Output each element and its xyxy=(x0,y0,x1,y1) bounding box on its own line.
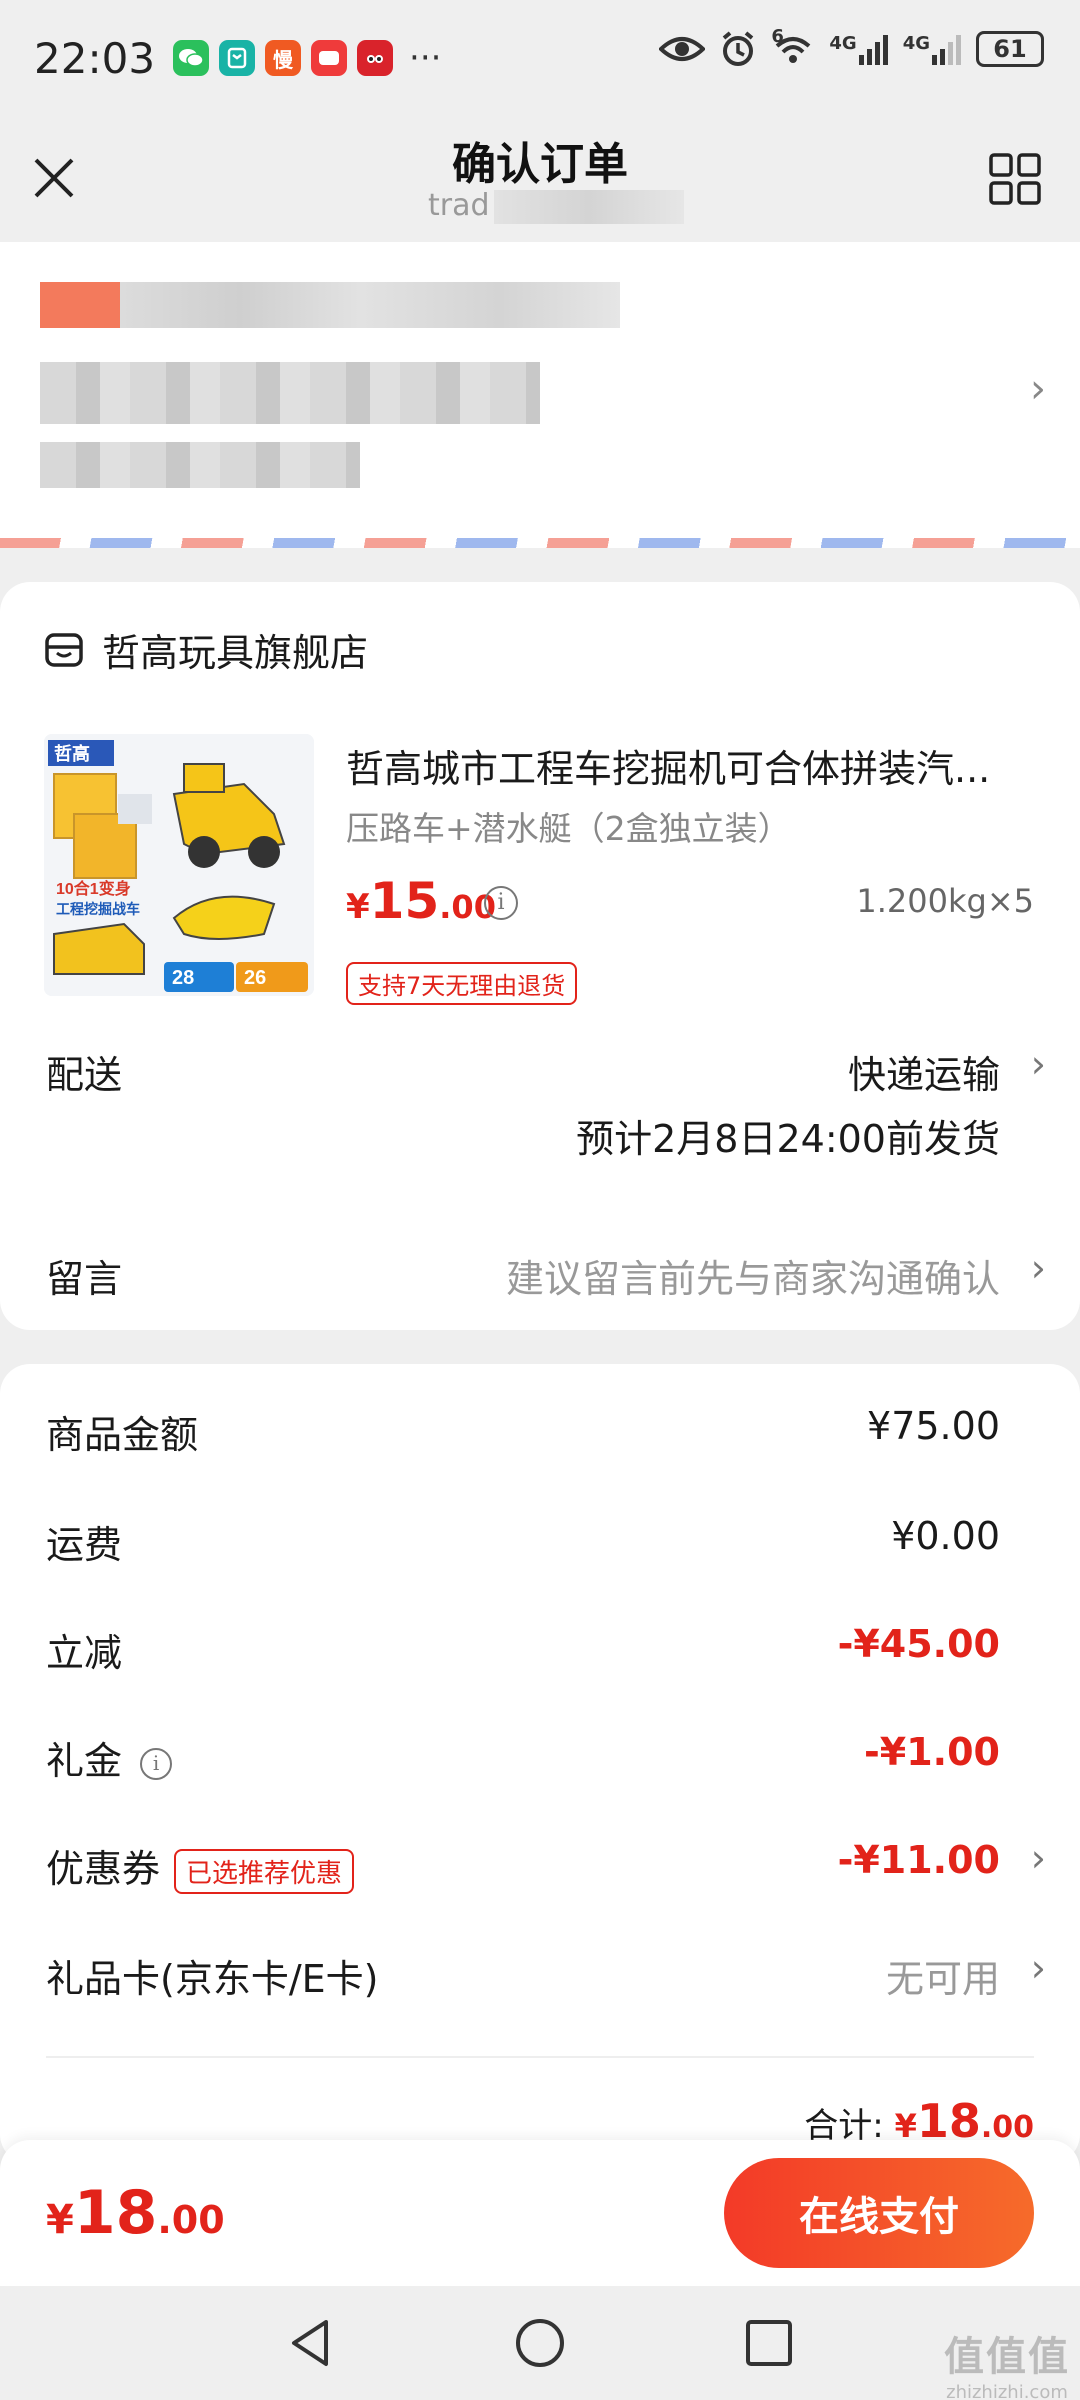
delivery-label: 配送 xyxy=(46,1053,123,1097)
red-app-icon xyxy=(311,40,348,76)
chevron-right-icon[interactable]: › xyxy=(1031,1946,1046,1990)
summary-label-discount: 立减 xyxy=(46,1631,123,1675)
chevron-right-icon[interactable]: › xyxy=(1031,1836,1046,1880)
tmall-icon xyxy=(357,40,394,76)
eye-icon xyxy=(659,37,706,61)
status-time: 22:03 xyxy=(34,33,156,83)
price-summary-card: 商品金额 ¥75.00 运费 ¥0.00 立减 -¥45.00 礼金 i -¥1.… xyxy=(0,1364,1080,2164)
info-icon[interactable]: i xyxy=(140,1747,173,1780)
shop-name: 哲高玩具旗舰店 xyxy=(102,631,369,675)
chevron-right-icon: › xyxy=(1030,366,1046,412)
order-card: 哲高玩具旗舰店 哲高 10合1变身 工程挖掘战车 28 26 哲高城市工程车挖掘… xyxy=(0,582,1080,1330)
return-policy-badge: 支持7天无理由退货 xyxy=(346,962,578,1005)
watermark: 值值值 zhizhizhi.com xyxy=(944,2324,1070,2400)
man-icon: 慢 xyxy=(265,40,302,76)
summary-value-cash-gift: -¥1.00 xyxy=(864,1730,1000,1774)
wifi-sup: 6 xyxy=(771,26,784,47)
blurred-address-line xyxy=(40,282,620,328)
image-count-b: 26 xyxy=(244,967,266,989)
shop-header[interactable]: 哲高玩具旗舰店 xyxy=(44,622,368,677)
watermark-logo: 值值值 xyxy=(944,2334,1070,2380)
summary-value-coupon[interactable]: -¥11.00 xyxy=(838,1838,1000,1882)
coupon-badge: 已选推荐优惠 xyxy=(174,1849,355,1894)
pay-symbol: ¥ xyxy=(46,2197,74,2243)
status-more: ··· xyxy=(409,38,442,78)
summary-value-goods: ¥75.00 xyxy=(867,1404,1000,1448)
pay-decimal: .00 xyxy=(157,2198,225,2242)
signal-2-icon: 4G xyxy=(903,33,962,65)
signal-2-label: 4G xyxy=(902,33,930,54)
product-weight-quantity: 1.200kg×5 xyxy=(856,882,1034,920)
summary-value-discount: -¥45.00 xyxy=(837,1622,1000,1666)
image-promo-text: 10合1变身 xyxy=(56,879,131,898)
summary-label-coupon[interactable]: 优惠券 已选推荐优惠 xyxy=(46,1838,355,1894)
page-subtitle: trad xyxy=(428,188,684,224)
price-symbol: ¥ xyxy=(346,887,370,927)
summary-label-cash-gift: 礼金 i xyxy=(46,1730,173,1785)
wechat-icon xyxy=(173,40,210,76)
coupon-label-text: 优惠券 xyxy=(46,1847,161,1891)
signal-1-label: 4G xyxy=(829,33,857,54)
system-navigation-bar: 值值值 zhizhizhi.com xyxy=(0,2286,1080,2400)
summary-value-shipping: ¥0.00 xyxy=(891,1514,1000,1558)
blurred-text xyxy=(493,189,684,224)
image-brand-text: 哲高 xyxy=(54,743,90,764)
product-image[interactable]: 哲高 10合1变身 工程挖掘战车 28 26 xyxy=(44,734,314,996)
price-integer: 15 xyxy=(369,872,440,930)
checkout-bar: ¥18.00 在线支付 xyxy=(0,2140,1080,2286)
address-card[interactable]: › xyxy=(0,242,1080,548)
status-indicators: 6 4G 4G 61 xyxy=(659,26,1044,68)
home-icon[interactable] xyxy=(511,2314,569,2372)
summary-value-gift-card[interactable]: 无可用 xyxy=(886,1948,1000,2003)
chevron-right-icon[interactable]: › xyxy=(1031,1042,1046,1086)
image-count-a: 28 xyxy=(172,967,194,989)
pay-total: ¥18.00 xyxy=(46,2178,225,2248)
pay-online-button[interactable]: 在线支付 xyxy=(724,2158,1034,2268)
alarm-icon xyxy=(723,31,754,66)
grid-menu-icon[interactable] xyxy=(988,152,1042,206)
battery-icon: 61 xyxy=(976,31,1044,67)
blurred-address-line xyxy=(40,362,540,424)
signal-1-icon: 4G xyxy=(829,33,888,65)
chevron-right-icon[interactable]: › xyxy=(1031,1246,1046,1290)
delivery-method[interactable]: 快递运输 xyxy=(848,1044,1000,1099)
back-icon[interactable] xyxy=(282,2314,340,2372)
delivery-estimate: 预计2月8日24:00前发货 xyxy=(576,1117,1000,1161)
watermark-url: zhizhizhi.com xyxy=(946,2382,1068,2400)
shop-icon xyxy=(45,632,83,667)
recents-icon[interactable] xyxy=(740,2314,798,2372)
mi-icon xyxy=(219,40,256,76)
divider xyxy=(46,2056,1034,2058)
blurred-address-line xyxy=(40,442,360,488)
image-promo-sub: 工程挖掘战车 xyxy=(56,901,140,917)
summary-label-shipping: 运费 xyxy=(46,1523,123,1567)
product-title[interactable]: 哲高城市工程车挖掘机可合体拼装汽... xyxy=(346,738,1036,793)
message-label: 留言 xyxy=(46,1257,123,1301)
summary-label-gift-card: 礼品卡(京东卡/E卡) xyxy=(46,1957,379,2001)
product-price: ¥15.00 xyxy=(346,872,496,930)
status-bar: 22:03 慢 ··· 6 4G 4G 61 xyxy=(0,0,1080,116)
nav-bar: 确认订单 trad xyxy=(0,116,1080,242)
pay-integer: 18 xyxy=(73,2178,158,2248)
info-icon[interactable]: i xyxy=(484,886,518,920)
wifi-icon: 6 xyxy=(771,26,815,66)
page-title: 确认订单 xyxy=(452,139,628,190)
cash-gift-label-text: 礼金 xyxy=(46,1739,123,1783)
page-subtitle-text: trad xyxy=(428,188,490,223)
message-input[interactable]: 建议留言前先与商家沟通确认 xyxy=(506,1248,1000,1303)
summary-label-goods: 商品金额 xyxy=(46,1413,199,1457)
product-spec[interactable]: 压路车+潜水艇（2盒独立装） xyxy=(346,802,791,850)
airmail-border xyxy=(0,538,1080,548)
